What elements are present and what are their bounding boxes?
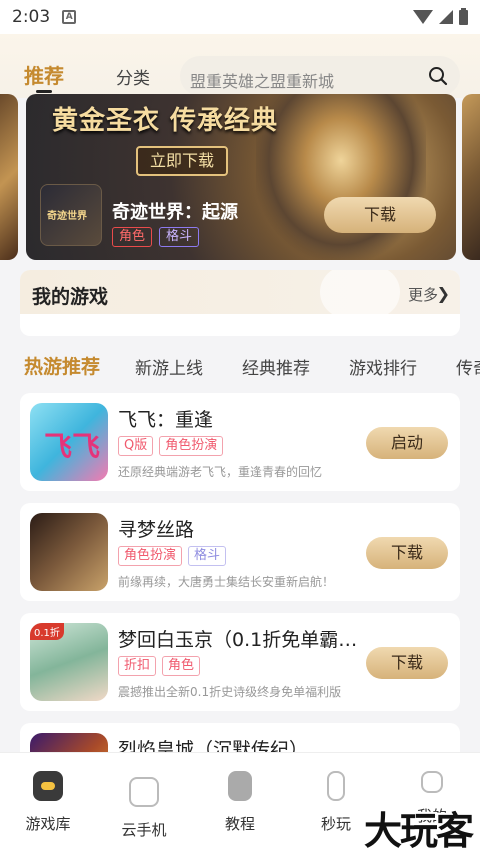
game-card[interactable]: 寻梦丝路 角色扮演 格斗 前缘再续，大唐勇士集结长安重新启航！ 下载 xyxy=(20,503,460,601)
game-card[interactable]: 0.1折 梦回白玉京（0.1折免单霸… 折扣 角色 震撼推出全新0.1折史诗级终… xyxy=(20,613,460,711)
status-icons xyxy=(413,7,468,25)
game-icon[interactable] xyxy=(30,513,108,591)
user-icon xyxy=(421,771,443,793)
wifi-icon xyxy=(413,10,433,24)
status-bar: 2:03 A xyxy=(0,0,480,34)
game-tags: 折扣 角色 xyxy=(118,656,201,676)
nav-label: 游戏库 xyxy=(25,815,71,833)
nav-label: 云手机 xyxy=(121,821,167,839)
game-name[interactable]: 飞飞：重逢 xyxy=(118,405,213,432)
banner-slide[interactable]: 黄金圣衣 传承经典 立即下载 奇迹世界 奇迹世界：起源 角色 格斗 下载 xyxy=(26,94,456,260)
game-tags: Q版 角色扮演 xyxy=(118,436,224,456)
game-tag: 角色扮演 xyxy=(159,436,224,456)
banner-tag: 角色 xyxy=(112,227,153,247)
top-header: 推荐 分类 盟重英雄之盟重新城 xyxy=(0,34,480,98)
game-tags: 角色扮演 格斗 xyxy=(118,546,227,566)
game-description: 还原经典端游老飞飞，重逢青春的回忆 xyxy=(118,465,323,479)
gamepad-icon xyxy=(33,771,63,801)
search-icon[interactable] xyxy=(428,66,448,86)
watermark-logo: 大玩客 xyxy=(363,808,474,853)
nav-label: 教程 xyxy=(224,815,255,833)
game-name[interactable]: 梦回白玉京（0.1折免单霸… xyxy=(118,625,357,652)
game-tag: 角色 xyxy=(162,656,201,676)
download-button[interactable]: 下载 xyxy=(366,537,448,569)
game-name[interactable]: 寻梦丝路 xyxy=(118,515,194,542)
game-description: 前缘再续，大唐勇士集结长安重新启航！ xyxy=(118,575,335,589)
nav-cloud-phone[interactable]: 云手机 xyxy=(96,771,192,840)
notification-a-icon: A xyxy=(62,10,77,24)
game-icon[interactable]: 0.1折 xyxy=(30,623,108,701)
tab-new-games[interactable]: 新游上线 xyxy=(135,354,203,379)
tab-hot-recommend[interactable]: 热游推荐 xyxy=(24,352,100,379)
search-input[interactable]: 盟重英雄之盟重新城 xyxy=(180,56,460,96)
status-time: 2:03 xyxy=(12,7,51,27)
game-icon-text: 飞飞 xyxy=(44,430,101,463)
game-tag: 角色扮演 xyxy=(118,546,183,566)
chevron-right-icon[interactable]: ❯ xyxy=(437,284,450,303)
rocket-icon xyxy=(327,771,345,801)
launch-button[interactable]: 启动 xyxy=(366,427,448,459)
my-games-more-link[interactable]: 更多 xyxy=(408,284,438,305)
banner-game-name[interactable]: 奇迹世界：起源 xyxy=(112,198,238,224)
download-button[interactable]: 下载 xyxy=(366,647,448,679)
my-games-section: 我的游戏 更多 ❯ xyxy=(20,270,460,336)
banner-download-button[interactable]: 下载 xyxy=(324,197,436,233)
banner-game-icon-text: 奇迹世界 xyxy=(47,211,87,222)
tab-indicator xyxy=(36,90,52,93)
game-tag: 折扣 xyxy=(118,656,157,676)
game-description: 震撼推出全新0.1折史诗级终身免单福利版 xyxy=(118,685,342,699)
banner-artwork xyxy=(256,94,426,260)
discount-badge: 0.1折 xyxy=(30,623,64,640)
game-icon[interactable]: 飞飞 xyxy=(30,403,108,481)
nav-game-library[interactable]: 游戏库 xyxy=(0,771,96,834)
banner-game-icon[interactable]: 奇迹世界 xyxy=(40,184,102,246)
banner-next-peek[interactable] xyxy=(462,94,480,260)
battery-icon xyxy=(459,7,468,25)
tab-category[interactable]: 分类 xyxy=(116,64,150,89)
tab-classic[interactable]: 经典推荐 xyxy=(242,354,310,379)
search-placeholder: 盟重英雄之盟重新城 xyxy=(190,72,335,91)
game-tag: Q版 xyxy=(118,436,154,456)
cloud-icon xyxy=(129,777,159,807)
banner-mini-download-button[interactable]: 立即下载 xyxy=(136,146,228,176)
nav-tutorial[interactable]: 教程 xyxy=(192,771,288,834)
category-tabs: 热游推荐 新游上线 经典推荐 游戏排行 传奇 xyxy=(0,350,480,384)
gamepad-decor-icon xyxy=(320,270,400,318)
game-tag: 格斗 xyxy=(188,546,227,566)
tab-recommend[interactable]: 推荐 xyxy=(24,60,64,89)
banner-prev-peek[interactable] xyxy=(0,94,18,260)
banner-tag: 格斗 xyxy=(159,227,200,247)
banner-headline: 黄金圣衣 传承经典 xyxy=(52,106,279,136)
game-card[interactable]: 飞飞 飞飞：重逢 Q版 角色扮演 还原经典端游老飞飞，重逢青春的回忆 启动 xyxy=(20,393,460,491)
signal-icon xyxy=(439,10,453,24)
tab-ranking[interactable]: 游戏排行 xyxy=(349,354,417,379)
banner-carousel[interactable]: 黄金圣衣 传承经典 立即下载 奇迹世界 奇迹世界：起源 角色 格斗 下载 xyxy=(0,94,480,262)
tab-legend[interactable]: 传奇 xyxy=(456,354,480,379)
my-games-title: 我的游戏 xyxy=(32,286,109,308)
book-icon xyxy=(228,771,252,801)
